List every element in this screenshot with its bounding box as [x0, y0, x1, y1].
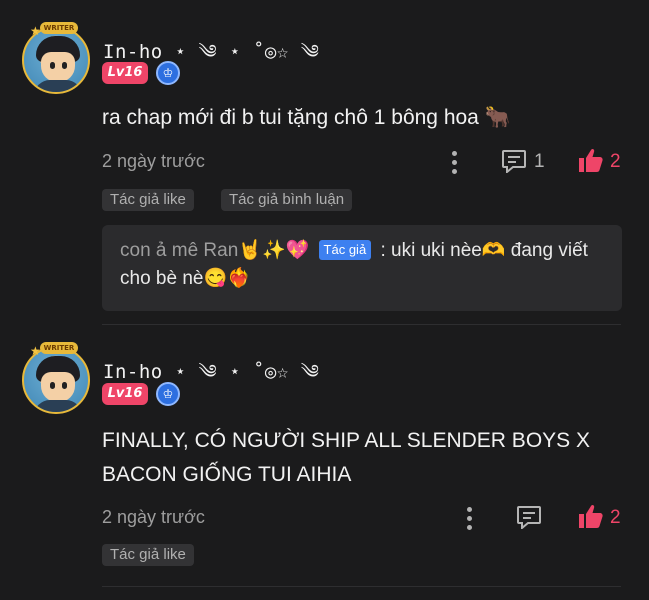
timestamp: 2 ngày trước — [102, 507, 205, 527]
comment-icon[interactable] — [516, 505, 542, 529]
level-badge: Lv16 — [102, 62, 148, 84]
like-count: 2 — [610, 507, 621, 528]
divider — [102, 586, 621, 587]
avatar-eye — [50, 382, 55, 389]
comment-item: WRITER ★ In-ho ⋆ ༄ ⋆ ˚◎☆ ༄ Lv16 ♔ ra cha… — [0, 0, 649, 325]
more-vertical-icon[interactable] — [461, 504, 477, 530]
avatar-body — [34, 80, 82, 92]
level-badge: Lv16 — [102, 383, 148, 405]
writer-badge: WRITER — [40, 342, 78, 354]
tag-author-liked: Tác giả like — [102, 189, 194, 211]
vip-badge-icon: ♔ — [156, 382, 180, 406]
comment-item: WRITER ★ In-ho ⋆ ༄ ⋆ ˚◎☆ ༄ Lv16 ♔ FINALL… — [0, 326, 649, 600]
comment-icon[interactable] — [501, 149, 527, 173]
tag-author-replied: Tác giả bình luận — [221, 189, 353, 211]
thumbs-up-icon[interactable] — [577, 147, 603, 173]
avatar-body — [34, 400, 82, 412]
author-badge: Tác giả — [318, 240, 372, 260]
thumbs-up-icon[interactable] — [577, 503, 603, 529]
vip-badge-icon: ♔ — [156, 61, 180, 85]
tag-author-liked: Tác giả like — [102, 544, 194, 566]
reply-count: 1 — [534, 151, 545, 172]
writer-badge: WRITER — [40, 22, 78, 34]
avatar-eye — [62, 382, 67, 389]
avatar-eye — [50, 62, 55, 69]
star-icon: ★ — [30, 344, 41, 358]
comment-text: ra chap mới đi b tui tặng chô 1 bông hoa… — [102, 106, 511, 129]
timestamp: 2 ngày trước — [102, 151, 205, 171]
like-count: 2 — [610, 151, 621, 172]
avatar-face — [41, 52, 75, 82]
divider — [102, 324, 621, 325]
more-vertical-icon[interactable] — [446, 148, 462, 174]
avatar-face — [41, 372, 75, 402]
avatar-eye — [62, 62, 67, 69]
author-reply[interactable]: con ả mê Ran🤘✨💖 Tác giả : uki uki nèe🫶 đ… — [102, 225, 622, 311]
reply-author[interactable]: con ả mê Ran🤘✨💖 — [120, 240, 309, 261]
comment-text: FINALLY, CÓ NGƯỜI SHIP ALL SLENDER BOYS … — [102, 429, 591, 486]
star-icon: ★ — [30, 24, 41, 38]
